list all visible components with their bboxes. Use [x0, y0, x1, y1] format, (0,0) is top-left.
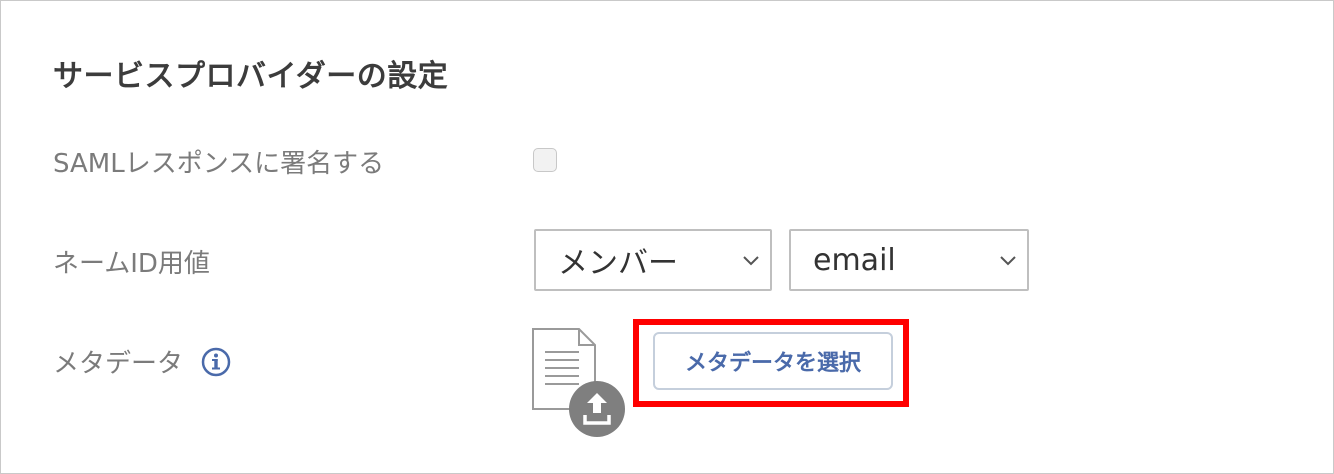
saml-response-label: SAMLレスポンスに署名する	[53, 149, 385, 179]
section-title: サービスプロバイダーの設定	[53, 59, 449, 94]
metadata-label: メタデータ	[53, 349, 184, 379]
member-select-value: メンバー	[558, 246, 678, 281]
name-id-label: ネームID用値	[53, 249, 210, 279]
chevron-down-icon	[1000, 256, 1016, 266]
attribute-select-value: email	[813, 242, 896, 278]
member-select[interactable]: メンバー	[534, 229, 772, 291]
saml-response-checkbox[interactable]	[533, 148, 557, 172]
select-metadata-button[interactable]: メタデータを選択	[653, 332, 893, 390]
document-upload-icon[interactable]	[531, 327, 627, 439]
info-icon[interactable]	[201, 347, 231, 377]
chevron-down-icon	[743, 256, 759, 266]
metadata-label-row: メタデータ	[53, 343, 231, 380]
attribute-select[interactable]: email	[789, 229, 1029, 291]
settings-panel: サービスプロバイダーの設定 SAMLレスポンスに署名する ネームID用値 メンバ…	[0, 0, 1334, 474]
